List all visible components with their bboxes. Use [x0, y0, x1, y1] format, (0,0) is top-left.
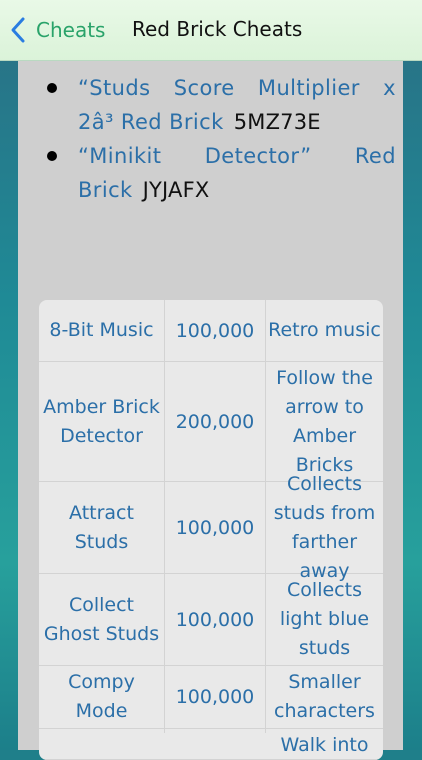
list-item-word: Red [354, 144, 396, 168]
table-row: Amber Brick Detector 200,000 Follow the … [39, 362, 383, 482]
cheat-description-cell: Collects light blue studs [279, 579, 370, 659]
cheat-price-cell: 100,000 [165, 482, 266, 573]
table-row: 8-Bit Music 100,000 Retro music [39, 300, 383, 362]
bullet-icon [47, 83, 57, 93]
list-item-line: “Minikit Detector” Red [78, 139, 396, 173]
cheat-description-cell: Collects studs from farther away [273, 472, 376, 582]
cheat-description-cell: Smaller characters [274, 671, 375, 722]
cheat-code: JYJAFX [142, 178, 210, 202]
table-row: Attract Studs 100,000 Collects studs fro… [39, 472, 383, 582]
cheat-name-cell: 8-Bit Music [39, 300, 165, 361]
cheat-name-cell: Amber Brick Detector [39, 362, 165, 481]
cheat-description-cell: Follow the arrow to Amber Bricks [276, 366, 373, 476]
list-item-text: 2â³ Red Brick [78, 110, 224, 134]
cheat-price-cell [165, 729, 266, 733]
list-item: “Minikit Detector” Red Brick JYJAFX [47, 139, 396, 207]
cheat-price-cell: 100,000 [165, 300, 266, 361]
cheat-price-cell: 200,000 [165, 362, 266, 481]
cheat-name-cell: Compy Mode [39, 666, 165, 728]
cheat-code: 5MZ73E [233, 110, 321, 134]
list-item-word: x [383, 76, 396, 100]
list-item-line: Brick JYJAFX [78, 173, 396, 207]
cheat-list: “Studs Score Multiplier x 2â³ Red Brick 5… [18, 71, 403, 207]
back-button[interactable]: Cheats [8, 14, 105, 46]
cheat-description-cell: Walk into [280, 734, 369, 756]
bullet-icon [47, 151, 57, 161]
cheat-price-cell: 100,000 [165, 666, 266, 728]
cheat-name-cell: Attract Studs [39, 482, 165, 573]
list-item-text: Brick [78, 178, 133, 202]
list-item-word: Score [173, 76, 235, 100]
table-row: Collect Ghost Studs 100,000 Collects lig… [39, 574, 383, 666]
cheat-name-cell: Collect Ghost Studs [39, 574, 165, 665]
list-item: “Studs Score Multiplier x 2â³ Red Brick 5… [47, 71, 396, 139]
page-title: Red Brick Cheats [132, 17, 303, 41]
back-label: Cheats [36, 18, 106, 42]
table-row: Compy Mode 100,000 Smaller characters [39, 666, 383, 729]
list-item-word: “Minikit [78, 144, 162, 168]
cheat-description-cell: Retro music [268, 319, 381, 341]
content-panel: “Studs Score Multiplier x 2â³ Red Brick 5… [18, 61, 403, 760]
list-item-word: “Studs [78, 76, 151, 100]
chevron-left-icon [11, 17, 25, 43]
list-item-line: “Studs Score Multiplier x [78, 71, 396, 105]
list-item-word: Multiplier [257, 76, 360, 100]
table-row: Walk into [39, 729, 383, 760]
cheat-price-cell: 100,000 [165, 574, 266, 665]
list-item-line: 2â³ Red Brick 5MZ73E [78, 105, 396, 139]
navigation-bar: Cheats Red Brick Cheats [0, 0, 422, 61]
list-item-word: Detector” [204, 144, 312, 168]
cheat-name-cell [39, 729, 165, 733]
cheats-table: 8-Bit Music 100,000 Retro music Amber Br… [39, 300, 383, 760]
